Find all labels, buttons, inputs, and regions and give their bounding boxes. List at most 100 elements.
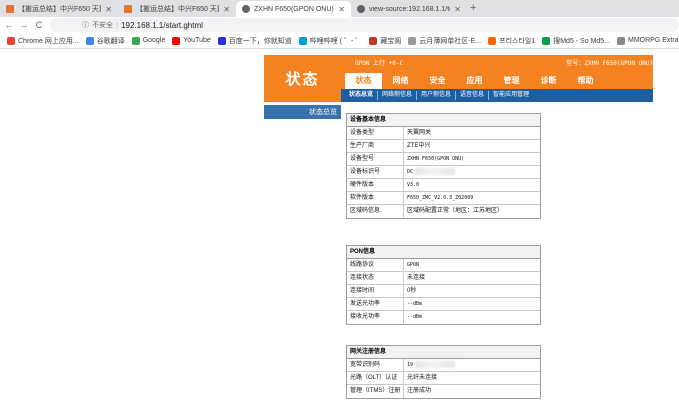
row-value: --dBm [404,311,540,324]
bookmark-label: YouTube [183,37,211,44]
row-value: 注册成功 [404,385,540,398]
table-row: 软件版本 F650_ZMC_V2.0.3_Z02009 [347,192,540,205]
bookmark-item[interactable]: Google [131,36,166,45]
main-nav-tab[interactable]: 状态 [345,73,382,89]
bookmark-item[interactable]: 藏宝阁 [369,36,401,46]
bookmark-favicon-icon [7,36,15,45]
sub-nav-link[interactable]: 用户侧信息 [417,91,457,100]
sub-nav-link[interactable]: 语音信息 [456,91,490,100]
info-table: 网关注册信息 宽带识别码 19 光路（OLT）认证 光纤未连接 管理（ITMS）注册 注册成… [346,345,541,399]
redacted-value [415,360,456,368]
bookmarks-bar: Chrome 网上应用... 谷歌翻译 Google YouTube 百度一下，你就知道… [0,33,679,49]
sub-nav-link[interactable]: 状态总览 [345,91,379,100]
row-value-text: ZTE中兴 [407,143,431,149]
tab-title: view-source:192.168.1.1/temp [369,5,450,13]
table-row: 宽带识别码 19 [347,359,540,372]
bookmark-favicon-icon [408,36,417,45]
main-nav-tab[interactable]: 网络 [382,73,419,89]
bookmark-item[interactable]: 搜Md5 - So Md5... [542,36,610,46]
row-label: 宽带识别码 [347,359,404,371]
bookmark-item[interactable]: YouTube [172,36,211,45]
bookmark-label: 프리스타일1 [499,37,536,45]
bookmark-favicon-icon [85,36,94,45]
sub-nav-link[interactable]: 智能应用管理 [489,91,533,100]
table-heading: 网关注册信息 [347,346,540,359]
row-value-text: 天翼网关 [407,130,432,136]
new-tab-button[interactable]: + [470,2,476,15]
back-icon[interactable]: ← [3,20,15,30]
browser-tabstrip: 【搬运总结】中兴F650 天翼网关 ✕ 【搬运总结】中兴F650 天翼网关 ✕ … [0,0,679,17]
row-value-text: V3.0 [407,182,420,188]
bookmark-item[interactable]: 프리스타일1 [488,36,535,46]
row-value-text: ZXHN F650(GPON ONU) [407,156,465,162]
bookmark-label: MMORPG Extra D... [628,37,679,44]
bookmark-item[interactable]: Chrome 网上应用... [7,36,79,46]
browser-tab-1[interactable]: 【搬运总结】中兴F650 天翼网关 ✕ [0,1,118,17]
table-row: 设备型号 ZXHN F650(GPON ONU) [347,153,540,166]
close-icon[interactable]: ✕ [338,5,345,14]
sub-nav-link[interactable]: 网络侧信息 [378,91,418,100]
row-label: 光路（OLT）认证 [347,372,404,384]
table-row: 管理（ITMS）注册 注册成功 [347,385,540,398]
row-value: 区域码配置正常（地区：江苏地区） [404,205,540,218]
table-row: 线路协议 GPON [347,259,540,272]
browser-tab-3[interactable]: ZXHN F650(GPON ONU) ✕ [236,1,351,17]
row-label: 生产厂商 [347,140,404,152]
forward-icon[interactable]: → [18,20,30,30]
row-value: ZXHN F650(GPON ONU) [404,153,540,165]
row-label: 软件版本 [347,192,404,204]
bookmark-favicon-icon [172,36,181,45]
row-value-text: --dBm [407,301,423,307]
sub-nav: 状态总览 网络侧信息 用户侧信息 语音信息 智能应用管理 [341,89,653,102]
bookmark-favicon-icon [369,36,378,45]
sidebar-item-status-overview[interactable]: 状态总览 [264,105,341,119]
bookmark-item[interactable]: MMORPG Extra D... [617,36,679,45]
router-page: 状态 GPON 上行 +0-C 型号：ZXHN F650(GPON ONU) 状… [0,50,679,400]
table-row: 接收光功率 --dBm [347,311,540,324]
bookmark-favicon-icon [617,36,626,45]
row-label: 设备型号 [347,153,404,165]
row-value-text: 19 [407,362,414,368]
close-icon[interactable]: ✕ [105,5,112,14]
bookmark-favicon-icon [298,36,307,45]
uplink-label: GPON 上行 +0-C [355,60,404,67]
browser-tab-2[interactable]: 【搬运总结】中兴F650 天翼网关 ✕ [118,1,236,17]
address-bar[interactable]: ⓘ 不安全 | 192.168.1.1/start.ghtml [50,18,679,32]
row-label: 设备标识号 [347,166,404,178]
table-row: 连接状态 未连接 [347,272,540,285]
bookmark-favicon-icon [488,36,497,45]
reload-icon[interactable]: C [33,20,45,30]
close-icon[interactable]: ✕ [223,5,230,14]
browser-tab-4[interactable]: view-source:192.168.1.1/temp ✕ [351,1,467,17]
bookmark-item[interactable]: 百度一下，你就知道 [217,36,292,46]
bookmark-label: 藏宝阁 [380,37,402,45]
row-value: 19 [404,359,540,371]
main-nav-tab[interactable]: 安全 [419,73,456,89]
row-value-text: 未连接 [407,275,426,281]
row-value-text: 0秒 [407,288,417,294]
row-label: 接收光功率 [347,311,404,324]
main-nav-tab[interactable]: 应用 [456,73,493,89]
main-nav-tab[interactable]: 帮助 [567,73,604,89]
row-value: 未连接 [404,272,540,284]
row-value: F650_ZMC_V2.0.3_Z02009 [404,192,540,204]
bookmark-item[interactable]: 谷歌翻译 [85,36,125,46]
info-table: 设备基本信息 设备类型 天翼网关 生产厂商 ZTE中兴 设备型号 ZXHN F650(GPO… [346,113,541,219]
main-nav-tab[interactable]: 诊断 [530,73,567,89]
warning-icon[interactable]: ⓘ [82,20,89,30]
page-favicon-icon [124,5,132,13]
bookmark-item[interactable]: 云月薄网单社区-E... [408,36,481,46]
bookmark-label: Google [142,37,166,44]
bookmark-item[interactable]: 哔哩哔哩 ( ゜- ゜ [298,36,362,46]
model-label: 型号：ZXHN F650(GPON ONU) [566,60,653,67]
bookmark-favicon-icon [131,36,140,45]
close-icon[interactable]: ✕ [454,5,461,14]
main-nav-tab[interactable]: 管理 [493,73,530,89]
table-row: 区域码信息 区域码配置正常（地区：江苏地区） [347,205,540,218]
row-value: 光纤未连接 [404,372,540,384]
tab-title: ZXHN F650(GPON ONU) [254,5,334,13]
url-text[interactable]: 192.168.1.1/start.ghtml [121,21,203,30]
row-label: 连接状态 [347,272,404,284]
row-value-text: --dBm [407,314,423,320]
row-value: DC [404,166,540,178]
